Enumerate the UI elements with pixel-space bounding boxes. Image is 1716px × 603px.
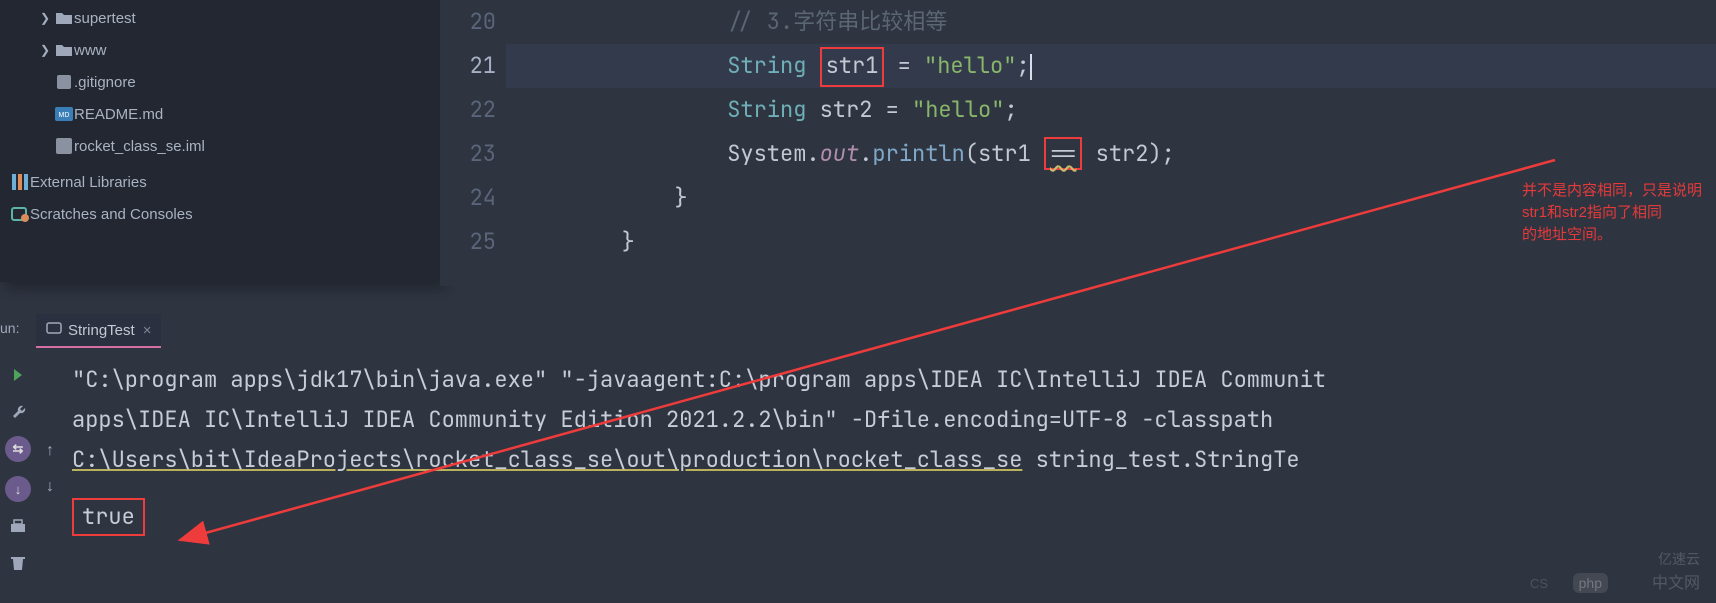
console-output: true [72,498,145,536]
watermark: 亿速云 [1658,549,1700,569]
markdown-icon: MD [54,107,74,121]
code-line: String str2 = "hello"; [506,88,1716,132]
tree-item-supertest[interactable]: ❯ supertest [0,2,440,34]
iml-icon [54,138,74,154]
scratches-icon [10,206,30,222]
tree-item-gitignore[interactable]: .gitignore [0,66,440,98]
line-gutter: 20 21 22 23 24 25 [440,0,506,286]
line-number: 23 [440,132,496,176]
line-number: 25 [440,220,496,264]
watermark: 中文网 [1652,569,1700,593]
delete-button[interactable] [4,552,32,574]
line-number: 22 [440,88,496,132]
rerun-button[interactable] [4,364,32,386]
download-button[interactable]: ↓ [5,476,31,502]
tree-item-label: .gitignore [74,74,136,91]
tree-item-label: rocket_class_se.iml [74,138,205,155]
tree-item-readme[interactable]: MD README.md [0,98,440,130]
tree-item-label: External Libraries [30,174,147,191]
code-editor[interactable]: 20 21 22 23 24 25 // 3.字符串比较相等 String st… [440,0,1716,286]
folder-icon [54,11,74,25]
watermark: php [1573,573,1608,593]
run-toolwindow-label: un: [0,320,32,336]
chevron-right-icon: ❯ [36,43,54,57]
tree-item-iml[interactable]: rocket_class_se.iml [0,130,440,162]
line-number: 24 [440,176,496,220]
tree-item-label: README.md [74,106,163,123]
scroll-down-button[interactable]: ↓ [36,476,64,498]
svg-text:MD: MD [59,112,70,119]
tree-item-label: www [74,42,107,59]
line-number: 20 [440,0,496,44]
run-toolbar: ⇆ ↓ ↑ ↓ [0,354,56,603]
classpath-link[interactable]: C:\Users\bit\IdeaProjects\rocket_class_s… [72,445,1022,474]
run-tab-stringtest[interactable]: StringTest × [36,314,161,348]
project-tree: ❯ supertest ❯ www .gitignore MD README.m… [0,0,440,282]
library-icon [10,174,30,190]
console-line: C:\Users\bit\IdeaProjects\rocket_class_s… [72,440,1716,480]
scroll-up-button[interactable]: ↑ [36,440,64,462]
close-icon[interactable]: × [143,322,152,339]
tree-item-www[interactable]: ❯ www [0,34,440,66]
code-line: System.out.println(str1 == str2); [506,132,1716,176]
tree-item-label: supertest [74,10,136,27]
run-tab-label: StringTest [68,322,135,339]
run-console[interactable]: "C:\program apps\jdk17\bin\java.exe" "-j… [72,360,1716,603]
code-annotation: 并不是内容相同，只是说明str1和str2指向了相同 的地址空间。 [1522,180,1716,246]
git-icon [54,74,74,90]
tree-scratches[interactable]: Scratches and Consoles [0,198,440,230]
wrench-button[interactable] [4,400,32,422]
watermark: CS [1530,576,1548,591]
print-button[interactable] [4,516,32,538]
step-button[interactable]: ⇆ [5,436,31,462]
text-caret [1030,54,1032,80]
console-line: apps\IDEA IC\IntelliJ IDEA Community Edi… [72,400,1716,440]
code-line: // 3.字符串比较相等 [506,0,1716,44]
code-line: String str1 = "hello"; [506,44,1716,88]
run-config-icon [46,321,62,339]
tree-item-label: Scratches and Consoles [30,206,193,223]
line-number: 21 [440,44,496,88]
tree-external-libraries[interactable]: External Libraries [0,166,440,198]
chevron-right-icon: ❯ [36,11,54,25]
console-line: "C:\program apps\jdk17\bin\java.exe" "-j… [72,360,1716,400]
folder-icon [54,43,74,57]
